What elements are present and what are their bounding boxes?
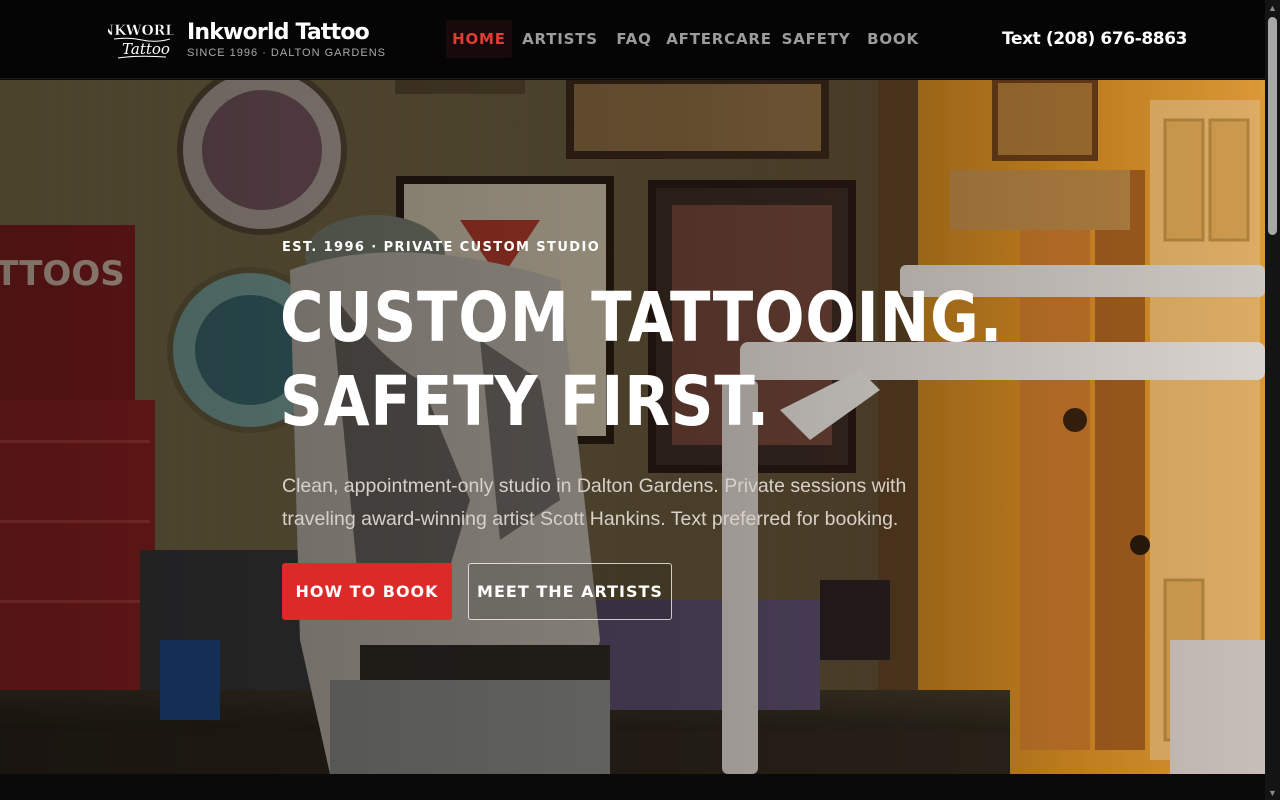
svg-text:INKWORLD: INKWORLD [108,23,174,39]
hero-headline-line-2: SAFETY FIRST. [280,362,771,442]
nav-item-aftercare[interactable]: AFTERCARE [660,20,778,58]
page-scrollbar[interactable]: ▲ ▼ [1265,0,1280,800]
site-header: INKWORLD Tattoo Inkworld Tattoo SINCE 19… [0,0,1265,79]
brand-name: Inkworld Tattoo [187,20,370,45]
hero-section: TTOOS EST. 1996 · PRIVATE CUSTOM STUDIO … [0,80,1265,774]
svg-text:Tattoo: Tattoo [122,40,170,58]
how-to-book-button[interactable]: HOW TO BOOK [282,563,452,620]
meet-the-artists-button[interactable]: MEET THE ARTISTS [468,563,672,620]
hero-headline-line-1: CUSTOM TATTOOING. [280,278,1004,358]
inkworld-logo-icon: INKWORLD Tattoo [95,23,187,59]
hero-subtext: Clean, appointment-only studio in Dalton… [282,475,907,530]
nav-item-faq[interactable]: FAQ [608,20,660,58]
nav-item-home[interactable]: HOME [446,20,512,58]
phone-link[interactable]: Text (208) 676-8863 [1002,29,1187,49]
scroll-up-arrow-icon[interactable]: ▲ [1265,0,1280,15]
nav-item-artists[interactable]: ARTISTS [512,20,608,58]
scrollbar-thumb[interactable] [1268,17,1277,235]
brand-tagline: SINCE 1996 · DALTON GARDENS [187,47,386,59]
next-section-edge [0,774,1265,800]
nav-item-book[interactable]: BOOK [854,20,932,58]
main-nav: HOME ARTISTS FAQ AFTERCARE SAFETY BOOK [446,20,932,58]
hero-headline: CUSTOM TATTOOING. SAFETY FIRST. [280,276,1003,444]
scroll-down-arrow-icon[interactable]: ▼ [1265,785,1280,800]
hero-eyebrow: EST. 1996 · PRIVATE CUSTOM STUDIO [282,240,601,255]
nav-item-safety[interactable]: SAFETY [778,20,854,58]
inkworld-logo[interactable]: INKWORLD Tattoo [95,19,187,61]
